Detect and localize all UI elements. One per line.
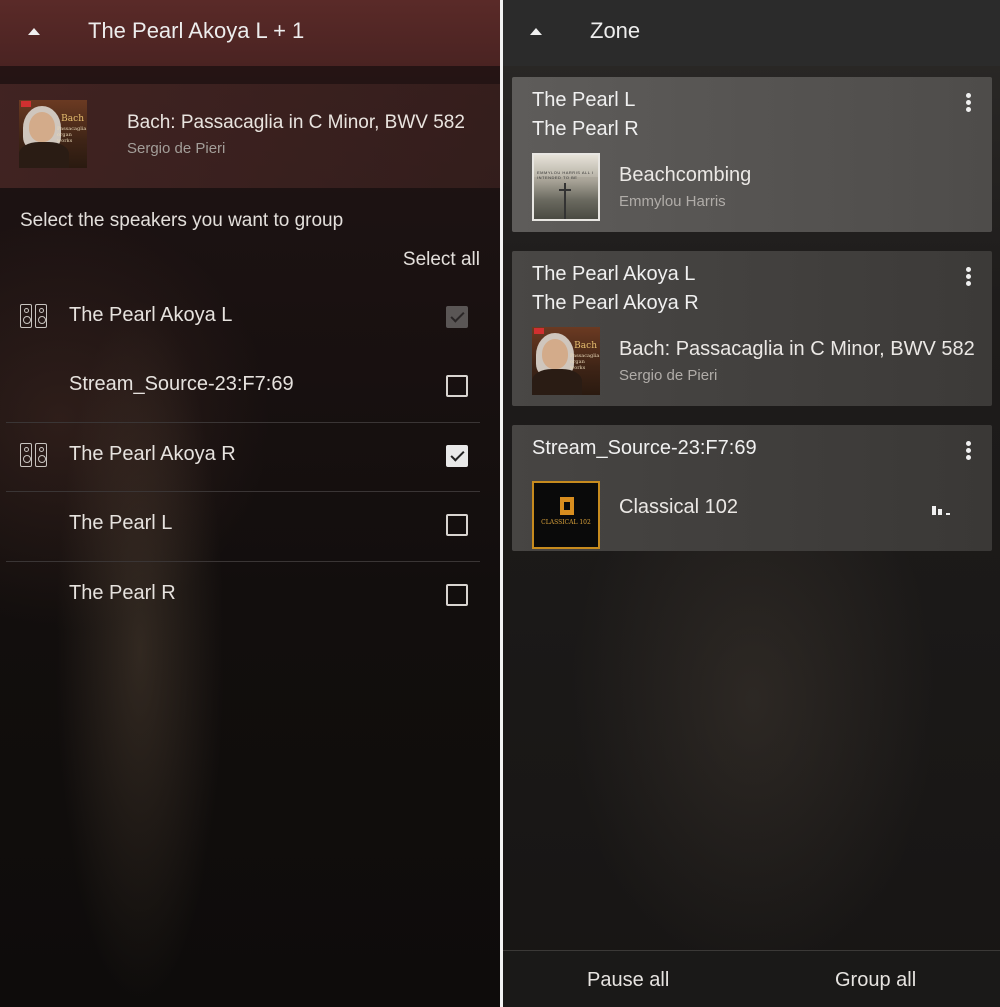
zone-track-title: Beachcombing [619,164,752,186]
zone-card[interactable]: Stream_Source-23:F7:69 CLASSICAL 102 Cla… [512,425,992,551]
more-options-icon[interactable] [966,441,972,461]
zone-track-artist: Emmylou Harris [619,193,726,210]
group-speakers-panel: The Pearl Akoya L + 1 Bach Passacaglia o… [0,0,500,1007]
collapse-caret-icon[interactable] [28,28,40,35]
select-all-button[interactable]: Select all [403,249,480,271]
speaker-row[interactable]: The Pearl Akoya R [6,422,480,491]
zone-speaker-name: The Pearl L [532,89,636,111]
bach-album-art: Bach Passacaglia organ works [532,327,600,395]
speaker-checkbox[interactable] [446,445,468,467]
speaker-name: The Pearl R [69,582,176,604]
speaker-checkbox[interactable] [446,306,468,328]
speaker-pair-icon [20,304,48,328]
now-playing-title: Bach: Passacaglia in C Minor, BWV 582 [127,112,465,133]
pause-all-button[interactable]: Pause all [587,969,669,992]
now-playing-bar[interactable]: Bach Passacaglia organ works Bach: Passa… [0,84,500,188]
speaker-pair-icon [20,443,48,467]
more-options-icon[interactable] [966,93,972,113]
group-title: The Pearl Akoya L + 1 [88,18,305,43]
zone-footer: Pause all Group all [503,950,1000,1007]
speaker-name: Stream_Source-23:F7:69 [69,373,294,395]
zone-speaker-name: Stream_Source-23:F7:69 [532,437,757,459]
zone-track-title: Bach: Passacaglia in C Minor, BWV 582 [619,338,975,360]
speaker-name: The Pearl Akoya L [69,304,233,326]
zone-card[interactable]: The Pearl Akoya L The Pearl Akoya R Bach… [512,251,992,406]
beachcombing-album-art: EMMYLOU HARRIS ALL I INTENDED TO BE [532,153,600,221]
now-playing-artist: Sergio de Pieri [127,140,226,157]
speaker-checkbox[interactable] [446,584,468,606]
group-all-button[interactable]: Group all [835,969,916,992]
zone-speaker-name: The Pearl Akoya R [532,292,699,314]
checkmark-icon [450,308,465,323]
zone-title: Zone [590,18,641,43]
speaker-row[interactable]: The Pearl Akoya L [6,284,480,353]
zone-card[interactable]: The Pearl L The Pearl R EMMYLOU HARRIS A… [512,77,992,232]
zone-speaker-name: The Pearl R [532,118,639,140]
zone-track-title: Classical 102 [619,496,738,518]
collapse-caret-icon[interactable] [530,28,542,35]
speaker-row[interactable]: The Pearl R [6,561,480,630]
equalizer-icon [932,505,956,515]
bach-album-art: Bach Passacaglia organ works [19,100,87,168]
zone-header: Zone [503,0,1000,66]
checkmark-icon [450,447,465,462]
speaker-checkbox[interactable] [446,514,468,536]
zone-speaker-name: The Pearl Akoya L [532,263,696,285]
zone-track-artist: Sergio de Pieri [619,367,718,384]
speaker-checkbox[interactable] [446,375,468,397]
group-instructions: Select the speakers you want to group [20,210,344,231]
speaker-row[interactable]: Stream_Source-23:F7:69 [6,353,480,422]
group-header: The Pearl Akoya L + 1 [0,0,500,66]
speaker-name: The Pearl L [69,512,173,534]
classical-102-logo: CLASSICAL 102 [532,481,600,549]
zone-panel: Zone The Pearl L The Pearl R EMMYLOU HAR… [503,0,1000,1007]
speaker-row[interactable]: The Pearl L [6,491,480,560]
speaker-name: The Pearl Akoya R [69,443,236,465]
more-options-icon[interactable] [966,267,972,287]
